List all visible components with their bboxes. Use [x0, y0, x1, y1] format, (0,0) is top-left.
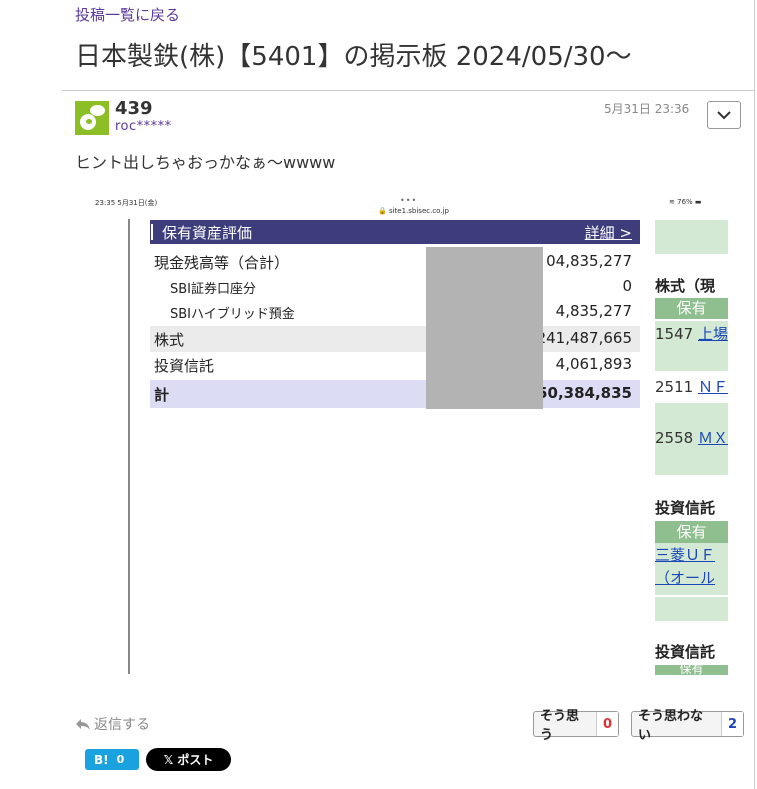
right-panel-row [655, 349, 728, 371]
reply-arrow-icon [76, 719, 90, 730]
battery-icon: ▬ [694, 198, 702, 206]
asset-row-label: 株式 [154, 331, 185, 349]
asset-table-header: 保有資産評価 詳細 > [150, 220, 640, 244]
image-status-battery: ≋ 76% ▬ [669, 198, 702, 206]
asset-row-label: SBI証券口座分 [170, 282, 257, 297]
asset-row-value: 04,835,277 [546, 252, 632, 270]
avatar-speech-bubble-icon [90, 105, 105, 116]
hatena-count: 0 [116, 753, 125, 766]
stock-name: ＭＸ [697, 429, 728, 447]
asset-row-label: 投資信託 [154, 357, 215, 375]
fund-name-continued: （オール [655, 569, 716, 587]
hatena-bookmark-button[interactable]: B! 0 [85, 749, 139, 770]
post-menu-button[interactable] [707, 101, 741, 129]
user-id-link[interactable]: roc***** [115, 119, 172, 134]
asset-row-value: 50,384,835 [537, 384, 632, 402]
stocks-heading: 株式（現 [655, 277, 716, 295]
right-panel-row [655, 220, 728, 254]
hatena-bookmark-icon: B! [94, 752, 109, 767]
asset-row-value: 4,061,893 [555, 355, 632, 373]
image-side-line [128, 219, 130, 674]
stock-name: ＮＦ [697, 378, 728, 396]
post-timestamp: 5月31日 23:36 [604, 102, 690, 116]
user-avatar[interactable] [75, 101, 109, 135]
image-status-dots: ••• [400, 196, 418, 205]
asset-row-value: 0 [622, 277, 632, 295]
stock-name: 上場 [697, 325, 728, 343]
disagree-label: そう思わない [638, 709, 704, 743]
post-body: ヒント出しちゃおっかなぁ～wwww [75, 153, 336, 172]
title-divider [62, 90, 755, 91]
wifi-icon: ≋ [669, 198, 675, 206]
asset-row-value: 241,487,665 [536, 329, 632, 347]
fund-row: 三菱ＵＦ （オール [655, 543, 728, 595]
chevron-down-icon [717, 111, 731, 120]
funds-subheading: 保有 [655, 521, 728, 543]
right-divider [754, 0, 755, 789]
asset-table-title: 保有資産評価 [162, 224, 253, 242]
right-panel-row [655, 403, 728, 425]
x-post-label: 𝕏 ポスト [163, 753, 214, 767]
stocks-subheading: 保有 [655, 298, 728, 319]
redaction-mask [426, 247, 543, 409]
header-accent-bar [151, 224, 153, 240]
page-title: 日本製鉄(株)【5401】の掲示板 2024/05/30〜 [75, 42, 632, 72]
reply-label: 返信する [94, 717, 150, 733]
stock-code: 1547 [655, 325, 694, 343]
detail-link: 詳細 > [584, 224, 632, 242]
stock-row: 2558 ＭＸ [655, 425, 728, 453]
asset-row: 投資信託 4,061,893 [150, 353, 640, 379]
x-post-button[interactable]: 𝕏 ポスト [146, 748, 231, 771]
attached-image[interactable]: 23:35 5月31日(金) ••• 🔒 site1.sbisec.co.jp … [92, 195, 728, 675]
agree-button[interactable]: そう思う 0 [533, 709, 619, 743]
disagree-count: 2 [720, 712, 743, 736]
asset-row: SBIハイブリッド預金 4,835,277 [150, 300, 640, 322]
asset-row-label: 現金残高等（合計） [154, 254, 290, 272]
reply-link[interactable]: 返信する [75, 714, 150, 734]
battery-percent: 76% [677, 198, 693, 206]
funds-heading-2: 投資信託 [655, 643, 716, 661]
stock-code: 2558 [655, 429, 694, 447]
asset-row: SBI証券口座分 0 [150, 275, 640, 297]
back-to-list-link[interactable]: 投稿一覧に戻る [75, 4, 180, 25]
stock-code: 2511 [655, 378, 694, 396]
disagree-button[interactable]: そう思わない 2 [631, 709, 744, 743]
asset-row-label: SBIハイブリッド預金 [170, 307, 295, 322]
funds-heading: 投資信託 [655, 499, 716, 517]
asset-row: 株式 241,487,665 [150, 326, 640, 352]
image-status-url: 🔒 site1.sbisec.co.jp [378, 207, 449, 215]
asset-row: 現金残高等（合計） 04,835,277 [150, 250, 640, 272]
fund-name: 三菱ＵＦ [655, 546, 716, 564]
avatar-shape-notch [86, 119, 92, 124]
image-status-bar: 23:35 5月31日(金) ••• 🔒 site1.sbisec.co.jp … [92, 195, 728, 219]
agree-count: 0 [595, 712, 618, 736]
stock-row: 1547 上場 [655, 321, 728, 349]
agree-label: そう思う [540, 709, 580, 743]
image-status-time: 23:35 5月31日(金) [95, 199, 158, 207]
right-panel-row [655, 597, 728, 621]
right-panel-row [655, 453, 728, 475]
stock-row: 2511 ＮＦ [655, 373, 728, 403]
asset-total-row: 計 50,384,835 [150, 380, 640, 408]
asset-row-value: 4,835,277 [555, 302, 632, 320]
asset-row-label: 計 [154, 386, 170, 404]
post-number: 439 [115, 98, 153, 119]
funds-subheading-2: 保有 [655, 665, 728, 675]
